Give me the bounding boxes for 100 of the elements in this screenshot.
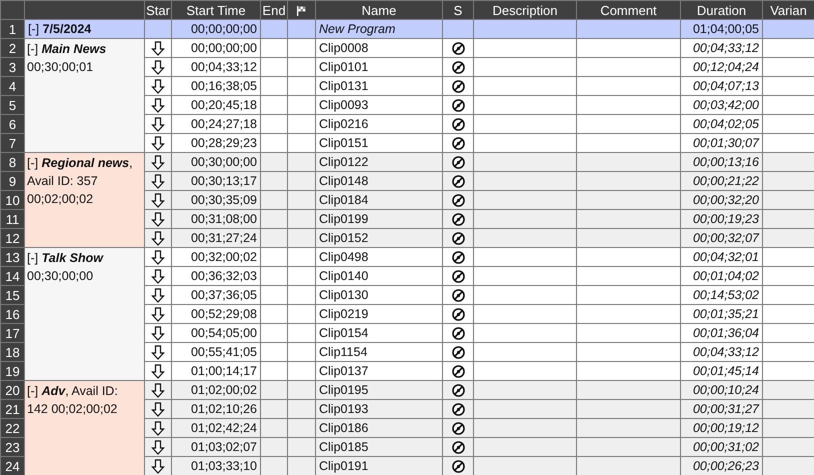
table-cell: 01;03;02;07 [172, 438, 260, 456]
down-arrow-icon [151, 344, 165, 360]
table-cell: 00;00;26;23 [680, 456, 762, 475]
table-cell: 00;04;33;12 [680, 38, 762, 58]
table-cell: 01;02;10;26 [172, 400, 260, 418]
disc-icon [452, 60, 464, 74]
table-cell: 00;04;07;13 [680, 76, 762, 96]
disc-icon [452, 136, 464, 150]
table-cell: Clip0216 [316, 114, 442, 134]
table-cell: 00;04;02;05 [680, 114, 762, 134]
disc-icon [452, 156, 464, 169]
disc-icon [452, 42, 464, 55]
table-cell: 01;03;33;10 [172, 456, 260, 475]
disc-icon [452, 232, 464, 245]
down-arrow-icon [151, 174, 165, 189]
column-header[interactable]: Star [144, 0, 172, 20]
group-label: [-] Main News 00;30;00;01 [24, 38, 144, 152]
row-number: 3 [0, 58, 24, 76]
down-arrow-icon [151, 250, 165, 265]
down-arrow-icon [151, 60, 165, 75]
group-label: [-] Talk Show 00;30;00;00 [24, 248, 144, 380]
down-arrow-icon [151, 402, 165, 417]
table-cell: 00;01;35;21 [680, 304, 762, 324]
table-cell: 00;54;05;00 [172, 324, 260, 342]
row-number: 9 [0, 172, 24, 190]
column-header[interactable]: End [260, 0, 288, 20]
down-arrow-icon [151, 78, 165, 94]
row-number: 18 [0, 342, 24, 362]
table-cell: Clip0093 [316, 96, 442, 114]
disc-icon [452, 270, 464, 283]
down-arrow-icon [151, 192, 165, 208]
table-cell: New Program [316, 20, 442, 38]
table-cell: Clip0191 [316, 456, 442, 475]
table-cell: Clip0140 [316, 266, 442, 286]
disc-icon [452, 250, 464, 264]
table-cell: 00;00;21;22 [680, 172, 762, 190]
table-cell: Clip0152 [316, 228, 442, 248]
disc-icon [452, 422, 464, 435]
down-arrow-icon [151, 98, 165, 113]
row-number: 10 [0, 190, 24, 210]
column-header[interactable]: Start Time [172, 0, 260, 20]
down-arrow-icon [151, 230, 165, 246]
down-arrow-icon [151, 306, 165, 322]
table-cell: 01;02;00;02 [172, 380, 260, 400]
column-header[interactable]: Comment [576, 0, 680, 20]
table-cell: 00;20;45;18 [172, 96, 260, 114]
table-cell: 00;30;35;09 [172, 190, 260, 210]
disc-icon [452, 440, 464, 454]
disc-icon [452, 402, 464, 416]
down-arrow-icon [151, 382, 165, 398]
disc-icon [452, 326, 464, 340]
row-number: 2 [0, 38, 24, 58]
group-label: [-] 7/5/2024 [24, 20, 144, 38]
column-header[interactable]: Varian [762, 0, 814, 20]
table-cell: 00;04;32;01 [680, 248, 762, 266]
table-cell: 00;24;27;18 [172, 114, 260, 134]
table-cell: Clip0498 [316, 248, 442, 266]
row-number: 14 [0, 266, 24, 286]
table-cell: Clip0008 [316, 38, 442, 58]
disc-icon [452, 346, 464, 359]
down-arrow-icon [151, 440, 165, 455]
column-header[interactable]: Description [474, 0, 576, 20]
column-header[interactable]: S [442, 0, 474, 20]
table-cell: 00;00;19;23 [680, 210, 762, 228]
table-cell: Clip0101 [316, 58, 442, 76]
row-number: 24 [0, 456, 24, 475]
row-number: 22 [0, 418, 24, 438]
table-cell: Clip0195 [316, 380, 442, 400]
table-cell: 00;36;32;03 [172, 266, 260, 286]
table-cell: 00;37;36;05 [172, 286, 260, 304]
flag-icon [296, 5, 307, 18]
table-cell: 00;04;33;12 [680, 342, 762, 362]
down-arrow-icon [151, 420, 165, 436]
disc-icon [452, 384, 464, 397]
down-arrow-icon [151, 458, 165, 474]
table-cell: Clip0185 [316, 438, 442, 456]
row-number: 6 [0, 114, 24, 134]
row-number: 12 [0, 228, 24, 248]
down-arrow-icon [151, 326, 165, 341]
disc-icon [452, 364, 464, 378]
table-cell: 00;00;10;24 [680, 380, 762, 400]
disc-icon [452, 80, 464, 93]
table-cell: 00;31;08;00 [172, 210, 260, 228]
row-number: 16 [0, 304, 24, 324]
table-cell: Clip0219 [316, 304, 442, 324]
group-label: [-] Regional news, Avail ID: 357 00;02;00;02 [24, 152, 144, 248]
row-number: 5 [0, 96, 24, 114]
down-arrow-icon [151, 268, 165, 284]
down-arrow-icon [151, 136, 165, 151]
row-number: 17 [0, 324, 24, 342]
table-cell: 00;31;27;24 [172, 228, 260, 248]
table-cell: 00;12;04;24 [680, 58, 762, 76]
disc-icon [452, 288, 464, 302]
table-cell: 00;30;13;17 [172, 172, 260, 190]
table-cell: 00;01;36;04 [680, 324, 762, 342]
down-arrow-icon [151, 40, 165, 56]
row-number: 21 [0, 400, 24, 418]
column-header[interactable]: Name [316, 0, 442, 20]
table-cell: 00;30;00;00 [172, 152, 260, 172]
column-header[interactable]: Duration [680, 0, 762, 20]
